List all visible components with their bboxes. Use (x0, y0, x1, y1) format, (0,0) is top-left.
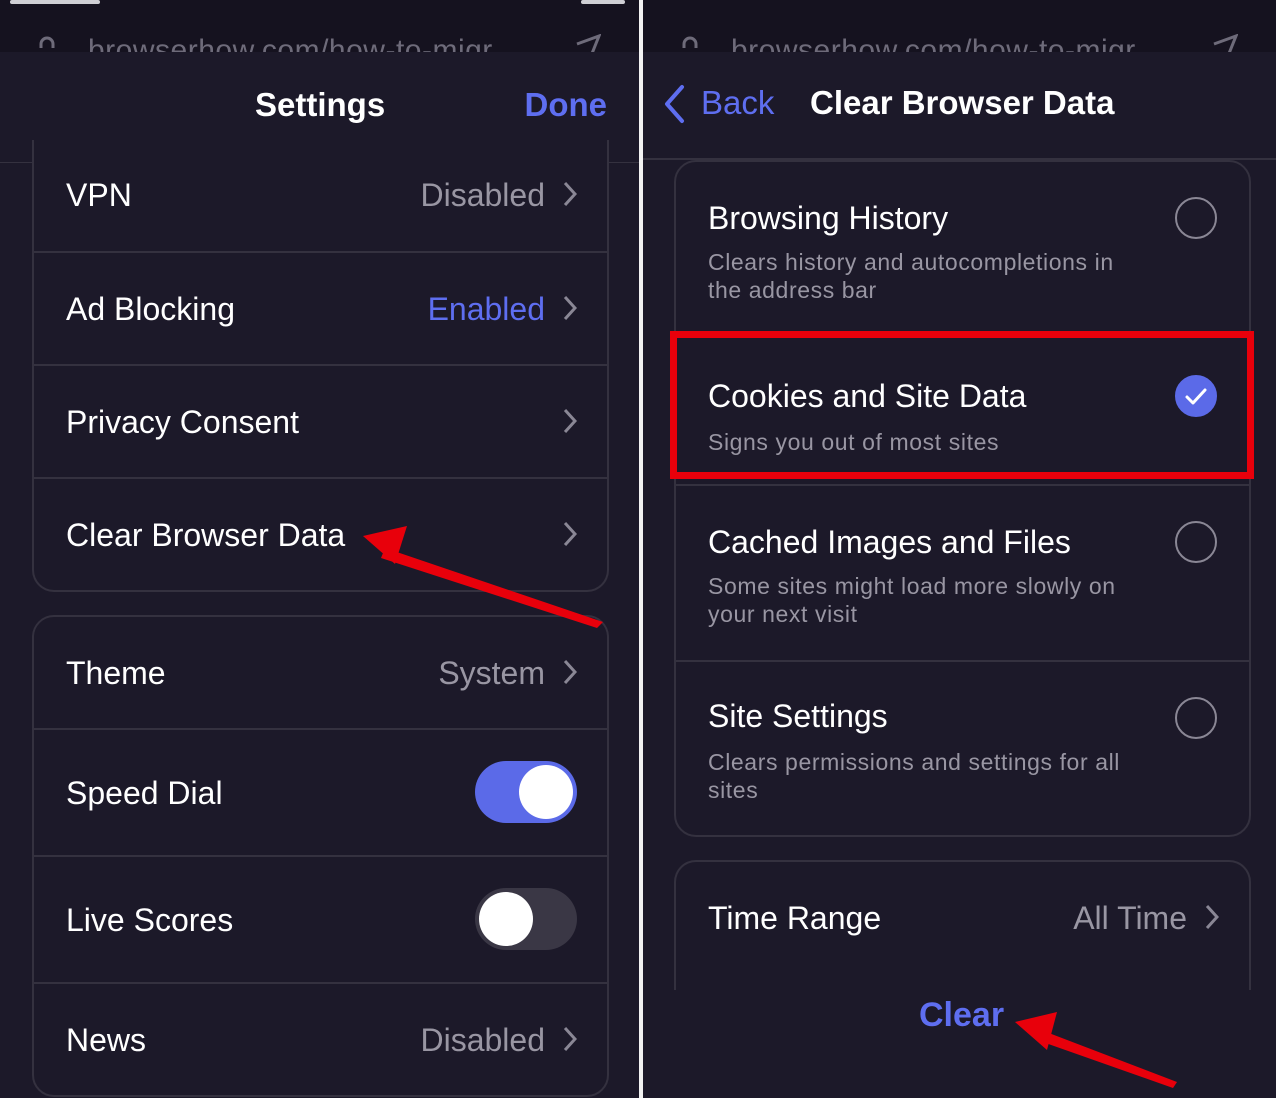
row-live-scores: Live Scores (34, 855, 607, 982)
row-ad-blocking[interactable]: Ad Blocking Enabled (34, 251, 607, 364)
row-label: Ad Blocking (66, 291, 235, 327)
speed-dial-toggle[interactable] (475, 761, 577, 823)
option-description: Some sites might load more slowly on you… (708, 573, 1116, 627)
row-value: System (438, 655, 545, 691)
row-privacy-consent[interactable]: Privacy Consent (34, 364, 607, 477)
clear-button[interactable]: Clear (919, 996, 1004, 1035)
row-label: Clear Browser Data (66, 517, 346, 553)
share-icon[interactable] (1212, 34, 1238, 52)
radio-button[interactable] (1175, 697, 1217, 739)
lock-icon (39, 36, 55, 48)
address-bar[interactable]: browserhow.com/how-to-migr... (0, 0, 639, 52)
live-scores-toggle[interactable] (475, 888, 577, 950)
clear-data-nav-bar: Back Clear Browser Data (643, 52, 1276, 160)
battery-icon (581, 0, 625, 4)
back-chevron-icon[interactable] (663, 84, 685, 124)
row-label: Theme (66, 655, 166, 691)
status-bar (10, 0, 100, 4)
done-button[interactable]: Done (525, 86, 608, 124)
row-value: Disabled (420, 1022, 545, 1058)
row-time-range[interactable]: Time Range All Time (676, 862, 1249, 972)
option-cached-images-files[interactable]: Cached Images and Files Some sites might… (676, 484, 1249, 660)
url-text[interactable]: browserhow.com/how-to-migr... (731, 34, 1161, 52)
row-label: Live Scores (66, 902, 234, 938)
chevron-right-icon (563, 181, 577, 207)
clear-data-panel: browserhow.com/how-to-migr... Back Clear… (643, 0, 1276, 1098)
row-vpn[interactable]: VPN Disabled (34, 163, 607, 251)
data-types-group: Browsing History Clears history and auto… (674, 160, 1251, 837)
url-text[interactable]: browserhow.com/how-to-migr... (88, 34, 518, 52)
chevron-right-icon (563, 659, 577, 685)
row-news[interactable]: News Disabled (34, 982, 607, 1097)
row-theme[interactable]: Theme System (34, 617, 607, 728)
annotation-arrow-icon (363, 526, 603, 628)
row-value: Disabled (420, 177, 545, 213)
row-value: All Time (1073, 900, 1187, 936)
page-title: Clear Browser Data (810, 84, 1115, 121)
row-label: Privacy Consent (66, 404, 299, 440)
chevron-right-icon (563, 1026, 577, 1052)
highlight-box (670, 331, 1254, 479)
option-title: Site Settings (708, 698, 888, 734)
annotation-arrow-icon (1015, 1012, 1177, 1088)
address-bar[interactable]: browserhow.com/how-to-migr... (643, 0, 1276, 52)
toggle-knob (519, 765, 573, 819)
row-label: Speed Dial (66, 775, 223, 811)
row-label: VPN (66, 177, 132, 213)
option-description: Clears history and autocompletions in th… (708, 249, 1114, 303)
row-speed-dial: Speed Dial (34, 728, 607, 855)
back-button[interactable]: Back (701, 84, 774, 122)
radio-button[interactable] (1175, 197, 1217, 239)
option-site-settings[interactable]: Site Settings Clears permissions and set… (676, 660, 1249, 836)
toggle-knob (479, 892, 533, 946)
chevron-right-icon (563, 295, 577, 321)
chevron-right-icon (1205, 904, 1219, 930)
row-label: News (66, 1022, 147, 1058)
settings-group-content: Theme System Speed Dial Live Scores News… (32, 615, 609, 1097)
option-title: Cached Images and Files (708, 524, 1071, 560)
option-title: Browsing History (708, 200, 949, 236)
settings-panel: browserhow.com/how-to-migr... Settings D… (0, 0, 639, 1098)
row-label: Time Range (708, 900, 882, 936)
page-title: Settings (255, 86, 386, 123)
time-range-group: Time Range All Time (674, 860, 1251, 990)
radio-button[interactable] (1175, 521, 1217, 563)
chevron-right-icon (563, 408, 577, 434)
option-description: Clears permissions and settings for all … (708, 749, 1121, 803)
row-value: Enabled (427, 291, 545, 327)
lock-icon (682, 36, 698, 48)
share-icon[interactable] (575, 34, 601, 52)
option-browsing-history[interactable]: Browsing History Clears history and auto… (676, 162, 1249, 334)
